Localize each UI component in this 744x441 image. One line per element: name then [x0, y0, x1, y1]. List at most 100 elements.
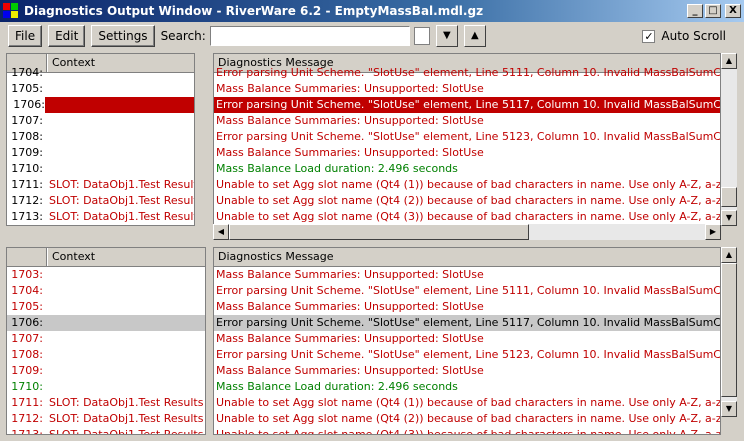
message-row[interactable]: Mass Balance Summaries: Unsupported: Slo… [214, 267, 720, 283]
context-row[interactable]: 1713: SLOT: DataObj1.Test Results B [7, 209, 194, 225]
top-scroll-left-icon[interactable]: ◀ [213, 224, 229, 240]
context-row[interactable]: 1706: [7, 315, 205, 331]
row-number: 1706: [11, 316, 43, 329]
context-text: SLOT: DataObj1.Test Results B [49, 428, 205, 435]
message-row[interactable]: Mass Balance Summaries: Unsupported: Slo… [214, 299, 720, 315]
context-row[interactable]: 1708: [7, 347, 205, 363]
context-row[interactable]: 1711: SLOT: DataObj1.Test Results B [7, 395, 205, 411]
context-row[interactable]: 1712: SLOT: DataObj1.Test Results B [7, 411, 205, 427]
message-row[interactable]: Error parsing Unit Scheme. "SlotUse" ele… [214, 315, 720, 331]
row-number: 1709: [11, 146, 43, 159]
bottom-scroll-up-icon[interactable]: ▲ [721, 247, 737, 263]
top-scroll-down-icon[interactable]: ▼ [721, 210, 737, 226]
message-row[interactable]: Error parsing Unit Scheme. "SlotUse" ele… [214, 347, 720, 363]
message-row[interactable]: Unable to set Agg slot name (Qt4 (1)) be… [214, 395, 720, 411]
context-row[interactable]: 1709: [7, 145, 194, 161]
bottom-context-column-header[interactable]: Context [47, 248, 205, 266]
settings-menu-button[interactable]: Settings [91, 25, 155, 47]
message-row[interactable]: Error parsing Unit Scheme. "SlotUse" ele… [214, 129, 720, 145]
edit-menu-button[interactable]: Edit [48, 25, 86, 47]
context-row[interactable]: 1707: [7, 113, 194, 129]
minimize-button[interactable]: _ [687, 4, 703, 18]
row-number: 1712: [11, 412, 43, 425]
top-context-pane[interactable]: Context 1704: 1705: 1706: 1707: 1708: 1709: 17… [6, 53, 195, 226]
message-row[interactable]: Mass Balance Summaries: Unsupported: Slo… [214, 363, 720, 379]
row-number: 1712: [11, 194, 43, 207]
context-row[interactable]: 1704: [7, 65, 194, 81]
row-number: 1708: [11, 130, 43, 143]
top-scroll-right-icon[interactable]: ▶ [705, 224, 721, 240]
message-row[interactable]: Error parsing Unit Scheme. "SlotUse" ele… [214, 65, 720, 81]
context-text: SLOT: DataObj1.Test Results B [49, 194, 194, 207]
row-number: 1711: [11, 396, 43, 409]
autoscroll-toggle[interactable]: ✓ Auto Scroll [642, 29, 726, 43]
bottom-message-pane[interactable]: Diagnostics Message Mass Balance Summari… [213, 247, 721, 435]
top-scroll-up-icon[interactable]: ▲ [721, 53, 737, 69]
context-row[interactable]: 1703: [7, 267, 205, 283]
top-horizontal-scrollbar[interactable]: ◀ ▶ [213, 224, 721, 240]
message-row[interactable]: Error parsing Unit Scheme. "SlotUse" ele… [214, 283, 720, 299]
bottom-context-header: Context [7, 248, 205, 267]
row-number: 1713: [11, 428, 43, 435]
row-number: 1705: [11, 82, 43, 95]
message-row[interactable]: Unable to set Agg slot name (Qt4 (2)) be… [214, 411, 720, 427]
context-row[interactable]: 1710: [7, 379, 205, 395]
message-row[interactable]: Mass Balance Load duration: 2.496 second… [214, 161, 720, 177]
context-row[interactable]: 1706: [7, 97, 194, 113]
message-row[interactable]: Unable to set Agg slot name (Qt4 (1)) be… [214, 177, 720, 193]
toolbar: File Edit Settings Search: ▼ ▲ ✓ Auto Sc… [0, 22, 744, 50]
row-number: 1708: [11, 348, 43, 361]
row-number: 1711: [11, 178, 43, 191]
top-horizontal-scroll-thumb[interactable] [229, 224, 529, 240]
context-row[interactable]: 1713: SLOT: DataObj1.Test Results B [7, 427, 205, 435]
search-previous-button[interactable]: ▲ [463, 25, 486, 47]
top-message-pane[interactable]: Diagnostics Message Error parsing Unit S… [213, 53, 721, 226]
context-row[interactable]: 1710: [7, 161, 194, 177]
pane-splitter[interactable] [0, 242, 744, 246]
message-row[interactable]: Mass Balance Summaries: Unsupported: Slo… [214, 113, 720, 129]
row-number: 1710: [11, 380, 43, 393]
top-vertical-scroll-thumb[interactable] [721, 187, 737, 207]
row-number: 1703: [11, 268, 43, 281]
message-row[interactable]: Error parsing Unit Scheme. "SlotUse" ele… [214, 97, 720, 113]
top-vertical-scrollbar[interactable]: ▲ ▼ [721, 53, 737, 226]
search-input[interactable] [209, 26, 410, 46]
message-row[interactable]: Unable to set Agg slot name (Qt4 (3)) be… [214, 427, 720, 434]
context-row[interactable]: 1705: [7, 299, 205, 315]
context-row[interactable]: 1711: SLOT: DataObj1.Test Results B [7, 177, 194, 193]
window-titlebar[interactable]: Diagnostics Output Window - RiverWare 6.… [0, 0, 744, 22]
message-row[interactable]: Mass Balance Summaries: Unsupported: Slo… [214, 81, 720, 97]
maximize-button[interactable]: □ [705, 4, 721, 18]
row-number: 1707: [11, 114, 43, 127]
bottom-vertical-scrollbar[interactable]: ▲ ▼ [721, 247, 737, 417]
message-row[interactable]: Mass Balance Load duration: 2.496 second… [214, 379, 720, 395]
context-row[interactable]: 1712: SLOT: DataObj1.Test Results B [7, 193, 194, 209]
context-row[interactable]: 1707: [7, 331, 205, 347]
bottom-scroll-down-icon[interactable]: ▼ [721, 401, 737, 417]
row-number: 1706: [7, 97, 45, 113]
search-next-button[interactable]: ▼ [435, 25, 458, 47]
close-button[interactable]: X [725, 4, 741, 18]
bottom-context-pane[interactable]: Context 1703: 1704: 1705: 1706: 1707: 1708: 17… [6, 247, 206, 435]
window-title: Diagnostics Output Window - RiverWare 6.… [24, 4, 484, 18]
message-row[interactable]: Unable to set Agg slot name (Qt4 (3)) be… [214, 209, 720, 225]
row-number: 1705: [11, 300, 43, 313]
riverware-app-icon [3, 3, 19, 19]
bottom-message-column-header[interactable]: Diagnostics Message [214, 248, 720, 266]
row-number: 1710: [11, 162, 43, 175]
row-number: 1713: [11, 210, 43, 223]
context-text: SLOT: DataObj1.Test Results B [49, 178, 194, 191]
context-row[interactable]: 1705: [7, 81, 194, 97]
search-color-swatch[interactable] [413, 27, 430, 45]
message-row[interactable]: Mass Balance Summaries: Unsupported: Slo… [214, 331, 720, 347]
context-row[interactable]: 1709: [7, 363, 205, 379]
autoscroll-checkbox[interactable]: ✓ [642, 29, 656, 43]
bottom-vertical-scroll-thumb[interactable] [721, 263, 737, 397]
row-number: 1704: [11, 66, 43, 79]
context-row[interactable]: 1708: [7, 129, 194, 145]
context-text: SLOT: DataObj1.Test Results B [49, 396, 205, 409]
file-menu-button[interactable]: File [8, 25, 43, 47]
message-row[interactable]: Mass Balance Summaries: Unsupported: Slo… [214, 145, 720, 161]
context-row[interactable]: 1704: [7, 283, 205, 299]
message-row[interactable]: Unable to set Agg slot name (Qt4 (2)) be… [214, 193, 720, 209]
